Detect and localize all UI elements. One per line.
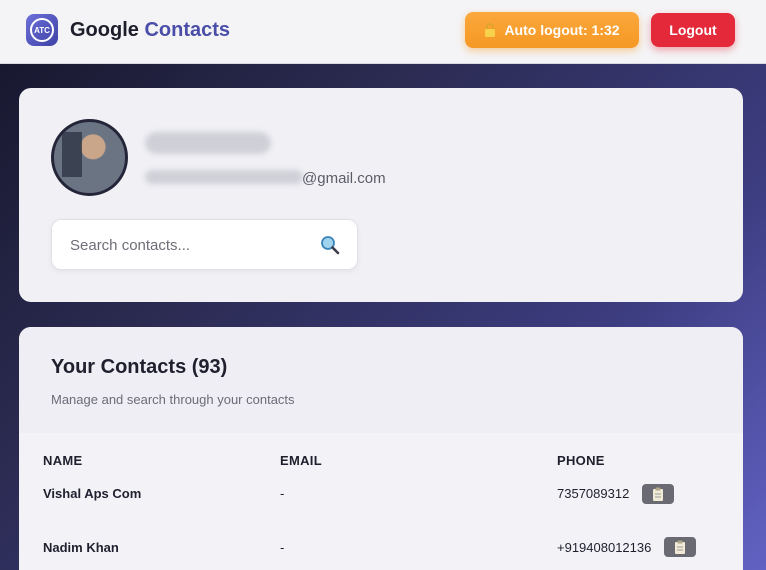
clipboard-icon xyxy=(653,487,663,501)
search-box[interactable] xyxy=(51,219,358,270)
avatar-photo-detail xyxy=(62,132,82,177)
auto-logout-timer[interactable]: Auto logout: 1:32 xyxy=(465,12,639,48)
top-navbar: ATC Google Contacts Auto logout: 1:32 Lo… xyxy=(0,0,766,64)
copy-phone-button[interactable] xyxy=(642,484,674,504)
logo-icon: ATC xyxy=(30,18,54,42)
contact-name: Vishal Aps Com xyxy=(43,486,142,501)
app-title-first: Google xyxy=(70,19,139,41)
app-title-second: Contacts xyxy=(144,19,231,41)
avatar xyxy=(51,119,128,196)
app-title: Google Contacts xyxy=(70,19,230,42)
column-header-email[interactable]: EMAIL xyxy=(280,453,322,468)
lock-icon xyxy=(485,23,496,37)
contacts-title: Your Contacts (93) xyxy=(51,356,228,378)
contact-name: Nadim Khan xyxy=(43,540,119,555)
email-domain: @gmail.com xyxy=(302,170,386,187)
column-header-name[interactable]: NAME xyxy=(43,453,82,468)
search-input[interactable] xyxy=(70,234,310,256)
redacted-name xyxy=(145,132,271,154)
copy-phone-button[interactable] xyxy=(664,537,696,557)
contacts-card: Your Contacts (93) Manage and search thr… xyxy=(19,327,743,570)
contacts-header: Your Contacts (93) Manage and search thr… xyxy=(19,327,743,433)
contact-phone: 7357089312 xyxy=(557,486,630,501)
contacts-subtitle: Manage and search through your contacts xyxy=(51,392,295,407)
svg-text:ATC: ATC xyxy=(34,26,50,35)
contact-phone: +919408012136 xyxy=(557,540,652,555)
profile-card: @gmail.com xyxy=(19,88,743,302)
redacted-email xyxy=(145,170,303,184)
auto-logout-label: Auto logout: 1:32 xyxy=(504,22,620,38)
clipboard-icon xyxy=(675,540,685,554)
column-header-phone[interactable]: PHONE xyxy=(557,453,605,468)
app-logo[interactable]: ATC xyxy=(26,14,58,46)
search-icon[interactable] xyxy=(320,235,340,255)
contact-email: - xyxy=(280,486,285,501)
logout-button[interactable]: Logout xyxy=(651,13,735,47)
contact-email: - xyxy=(280,540,285,555)
